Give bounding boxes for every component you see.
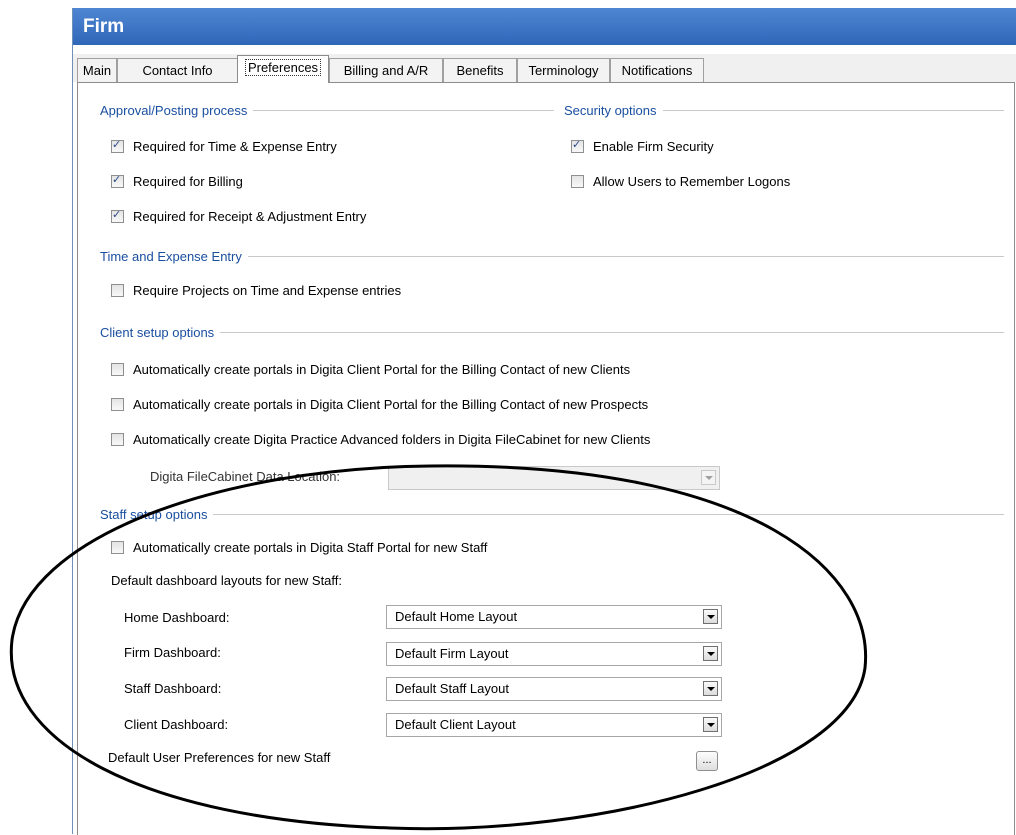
group-header-label: Client setup options bbox=[100, 325, 215, 340]
tab-label: Terminology bbox=[528, 63, 599, 78]
select-value: Default Client Layout bbox=[395, 717, 516, 732]
firm-window: Firm Main Contact Info Preferences Billi… bbox=[72, 8, 1016, 835]
checkbox-box[interactable] bbox=[111, 208, 124, 223]
tab-label: Contact Info bbox=[142, 63, 213, 78]
checkbox-box[interactable] bbox=[111, 284, 124, 297]
required-billing-checkbox[interactable]: Required for Billing bbox=[111, 173, 243, 189]
staff-dashboard-select[interactable]: Default Staff Layout bbox=[386, 677, 722, 701]
checkbox-label: Automatically create Digita Practice Adv… bbox=[133, 432, 651, 447]
checkbox-box[interactable] bbox=[111, 433, 124, 446]
client-portal-prospects-checkbox[interactable]: Automatically create portals in Digita C… bbox=[111, 397, 648, 412]
group-divider bbox=[213, 514, 1004, 515]
security-group-header: Security options bbox=[564, 103, 1004, 118]
dashboard-layouts-label: Default dashboard layouts for new Staff: bbox=[111, 573, 343, 588]
client-dashboard-select[interactable]: Default Client Layout bbox=[386, 713, 722, 737]
chevron-down-icon[interactable] bbox=[703, 609, 718, 624]
tab-terminology[interactable]: Terminology bbox=[517, 58, 610, 82]
window-title: Firm bbox=[73, 8, 1016, 45]
filecabinet-folders-checkbox[interactable]: Automatically create Digita Practice Adv… bbox=[111, 432, 650, 447]
group-header-label: Staff setup options bbox=[100, 507, 208, 522]
group-divider bbox=[662, 110, 1004, 111]
group-header-label: Approval/Posting process bbox=[100, 103, 248, 118]
time-expense-group-header: Time and Expense Entry bbox=[100, 249, 1004, 264]
client-portal-clients-checkbox[interactable]: Automatically create portals in Digita C… bbox=[111, 362, 630, 377]
staff-dashboard-label: Staff Dashboard: bbox=[124, 681, 222, 696]
required-time-expense-checkbox[interactable]: Required for Time & Expense Entry bbox=[111, 138, 337, 154]
client-dashboard-label: Client Dashboard: bbox=[124, 717, 229, 732]
user-preferences-button[interactable]: ... bbox=[696, 751, 718, 771]
checkbox-label: Required for Receipt & Adjustment Entry bbox=[133, 209, 367, 224]
chevron-down-icon[interactable] bbox=[703, 681, 718, 696]
tab-label: Preferences bbox=[244, 59, 322, 76]
chevron-down-icon[interactable] bbox=[703, 646, 718, 661]
home-dashboard-label: Home Dashboard: bbox=[124, 610, 230, 625]
checkbox-label: Enable Firm Security bbox=[593, 139, 714, 154]
home-dashboard-select[interactable]: Default Home Layout bbox=[386, 605, 722, 629]
select-value: Default Home Layout bbox=[395, 609, 518, 624]
group-divider bbox=[247, 256, 1004, 257]
tab-main[interactable]: Main bbox=[77, 58, 117, 82]
tab-contact-info[interactable]: Contact Info bbox=[117, 58, 238, 82]
checkbox-box[interactable] bbox=[571, 138, 584, 153]
checkbox-box[interactable] bbox=[571, 175, 584, 188]
checkbox-label: Require Projects on Time and Expense ent… bbox=[133, 283, 402, 298]
tab-strip: Main Contact Info Preferences Billing an… bbox=[73, 54, 1016, 83]
checkbox-label: Automatically create portals in Digita C… bbox=[133, 362, 631, 377]
select-value: Default Staff Layout bbox=[395, 681, 509, 696]
enable-firm-security-checkbox[interactable]: Enable Firm Security bbox=[571, 138, 714, 154]
filecabinet-location-label: Digita FileCabinet Data Location: bbox=[150, 469, 341, 484]
checkbox-label: Required for Time & Expense Entry bbox=[133, 139, 337, 154]
checkbox-label: Required for Billing bbox=[133, 174, 243, 189]
preferences-panel: Approval/Posting process Required for Ti… bbox=[77, 82, 1015, 835]
tab-label: Notifications bbox=[621, 63, 693, 78]
firm-dashboard-select[interactable]: Default Firm Layout bbox=[386, 642, 722, 666]
chevron-down-icon[interactable] bbox=[701, 470, 716, 485]
select-value: Default Firm Layout bbox=[395, 646, 509, 661]
checkbox-box[interactable] bbox=[111, 363, 124, 376]
tab-billing-ar[interactable]: Billing and A/R bbox=[329, 58, 443, 82]
user-preferences-label: Default User Preferences for new Staff bbox=[108, 750, 331, 765]
group-divider bbox=[253, 110, 554, 111]
client-setup-group-header: Client setup options bbox=[100, 325, 1004, 340]
staff-portal-checkbox[interactable]: Automatically create portals in Digita S… bbox=[111, 540, 487, 555]
tab-benefits[interactable]: Benefits bbox=[443, 58, 517, 82]
tab-label: Billing and A/R bbox=[343, 63, 429, 78]
group-header-label: Security options bbox=[564, 103, 657, 118]
checkbox-box[interactable] bbox=[111, 173, 124, 188]
tab-notifications[interactable]: Notifications bbox=[610, 58, 704, 82]
filecabinet-location-select[interactable] bbox=[388, 466, 720, 490]
checkbox-box[interactable] bbox=[111, 138, 124, 153]
tab-preferences[interactable]: Preferences bbox=[237, 55, 329, 83]
checkbox-label: Automatically create portals in Digita C… bbox=[133, 397, 649, 412]
required-receipt-adjustment-checkbox[interactable]: Required for Receipt & Adjustment Entry bbox=[111, 208, 367, 224]
remember-logons-checkbox[interactable]: Allow Users to Remember Logons bbox=[571, 174, 790, 189]
checkbox-label: Automatically create portals in Digita S… bbox=[133, 540, 488, 555]
approval-group-header: Approval/Posting process bbox=[100, 103, 554, 118]
checkbox-box[interactable] bbox=[111, 398, 124, 411]
group-header-label: Time and Expense Entry bbox=[100, 249, 242, 264]
chevron-down-icon[interactable] bbox=[703, 717, 718, 732]
group-divider bbox=[220, 332, 1004, 333]
checkbox-box[interactable] bbox=[111, 541, 124, 554]
firm-dashboard-label: Firm Dashboard: bbox=[124, 645, 221, 660]
tab-label: Main bbox=[82, 63, 112, 78]
require-projects-checkbox[interactable]: Require Projects on Time and Expense ent… bbox=[111, 283, 401, 298]
checkbox-label: Allow Users to Remember Logons bbox=[593, 174, 791, 189]
staff-setup-group-header: Staff setup options bbox=[100, 507, 1004, 522]
tab-label: Benefits bbox=[456, 63, 504, 78]
